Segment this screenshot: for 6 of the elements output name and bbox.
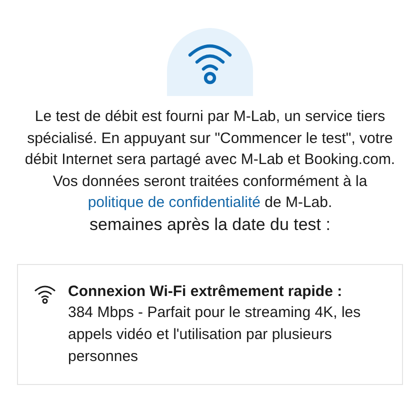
disclaimer-text: Le test de débit est fourni par M-Lab, un service tiers spécialisé. En appuyant sur "Commencer le test", votre débit Internet sera partagé avec M-Lab et Booking.com. Vos données seront traitées conformément à la politique de confidentialité de M-Lab. (24, 107, 396, 213)
privacy-policy-link[interactable]: politique de confidentialité (88, 194, 260, 211)
result-description: 384 Mbps - Parfait pour le streaming 4K, les appels vidéo et l'utilisation par plusieurs personnes (68, 302, 362, 366)
wifi-icon (34, 284, 56, 304)
subtitle-text: semaines après la date du test : (90, 214, 330, 236)
result-title: Connexion Wi-Fi extrêmement rapide : (68, 282, 344, 302)
